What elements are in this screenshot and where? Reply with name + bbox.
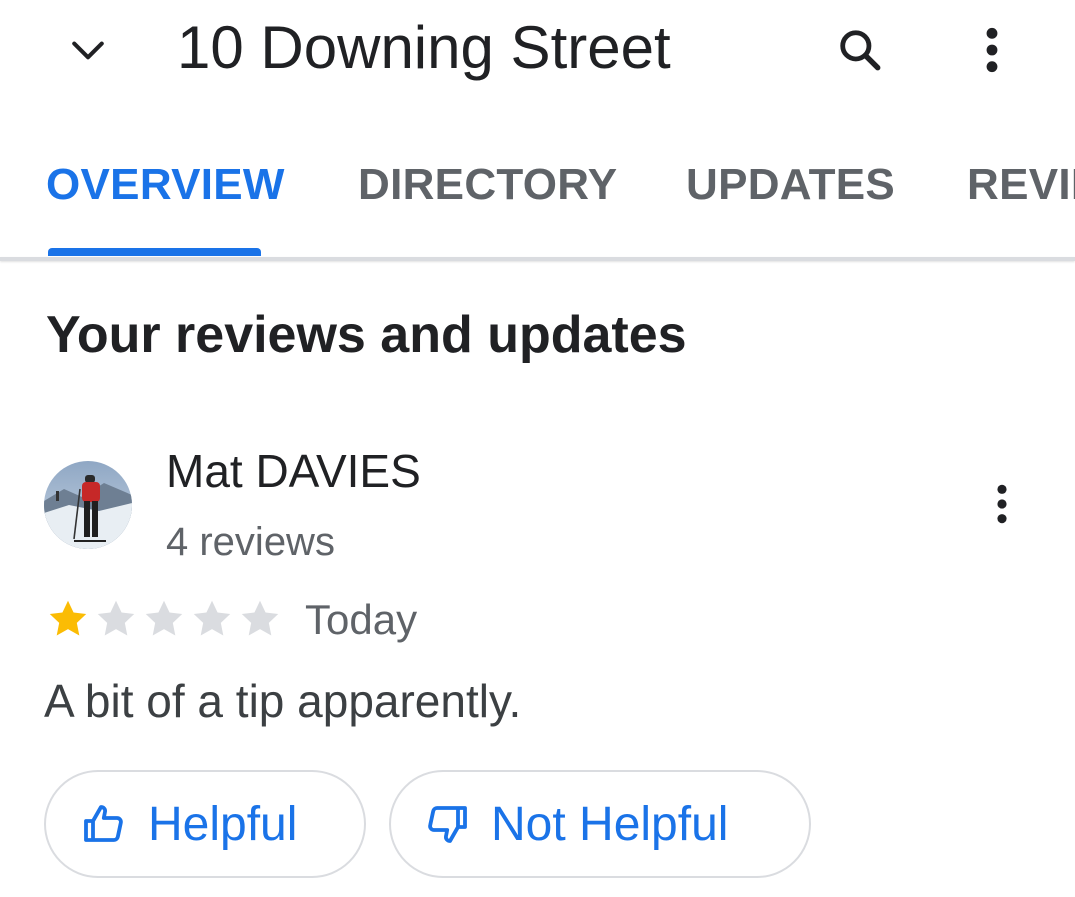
tab-updates[interactable]: UPDATES: [686, 160, 895, 210]
star-filled-icon: [49, 600, 87, 636]
star-empty-icon: [97, 600, 135, 636]
search-icon: [840, 30, 881, 71]
more-vert-icon: [986, 27, 998, 73]
thumb-down-icon: [423, 800, 471, 848]
tab-bar: OVERVIEW DIRECTORY UPDATES REVIEWS: [0, 125, 1075, 260]
more-vert-icon: [997, 484, 1007, 524]
tab-overview[interactable]: OVERVIEW: [46, 160, 285, 210]
collapse-button[interactable]: [60, 22, 116, 78]
tabs-divider: [0, 257, 1075, 261]
review-date: Today: [305, 596, 418, 643]
tab-reviews[interactable]: REVIEWS: [967, 160, 1075, 210]
avatar[interactable]: [44, 461, 132, 549]
active-tab-indicator: [48, 248, 261, 256]
search-button[interactable]: [828, 18, 892, 82]
chevron-down-icon: [72, 41, 104, 60]
reviewer-review-count: 4 reviews: [166, 520, 335, 564]
review-text: A bit of a tip apparently.: [44, 675, 522, 727]
more-options-button[interactable]: [962, 18, 1022, 82]
app-bar: 10 Downing Street: [0, 0, 1075, 100]
not-helpful-button[interactable]: Not Helpful: [389, 770, 811, 878]
helpful-button[interactable]: Helpful: [44, 770, 366, 878]
not-helpful-label: Not Helpful: [491, 797, 729, 851]
star-rating: [44, 596, 284, 642]
review-more-options-button[interactable]: [980, 480, 1024, 528]
star-empty-icon: [241, 600, 279, 636]
section-title: Your reviews and updates: [46, 306, 687, 364]
thumb-up-icon: [80, 800, 128, 848]
place-title: 10 Downing Street: [177, 14, 671, 81]
helpful-label: Helpful: [148, 797, 298, 851]
tab-directory[interactable]: DIRECTORY: [358, 160, 617, 210]
reviewer-name[interactable]: Mat DAVIES: [166, 444, 421, 498]
star-empty-icon: [193, 600, 231, 636]
skier-avatar-image: [44, 461, 132, 549]
star-empty-icon: [145, 600, 183, 636]
